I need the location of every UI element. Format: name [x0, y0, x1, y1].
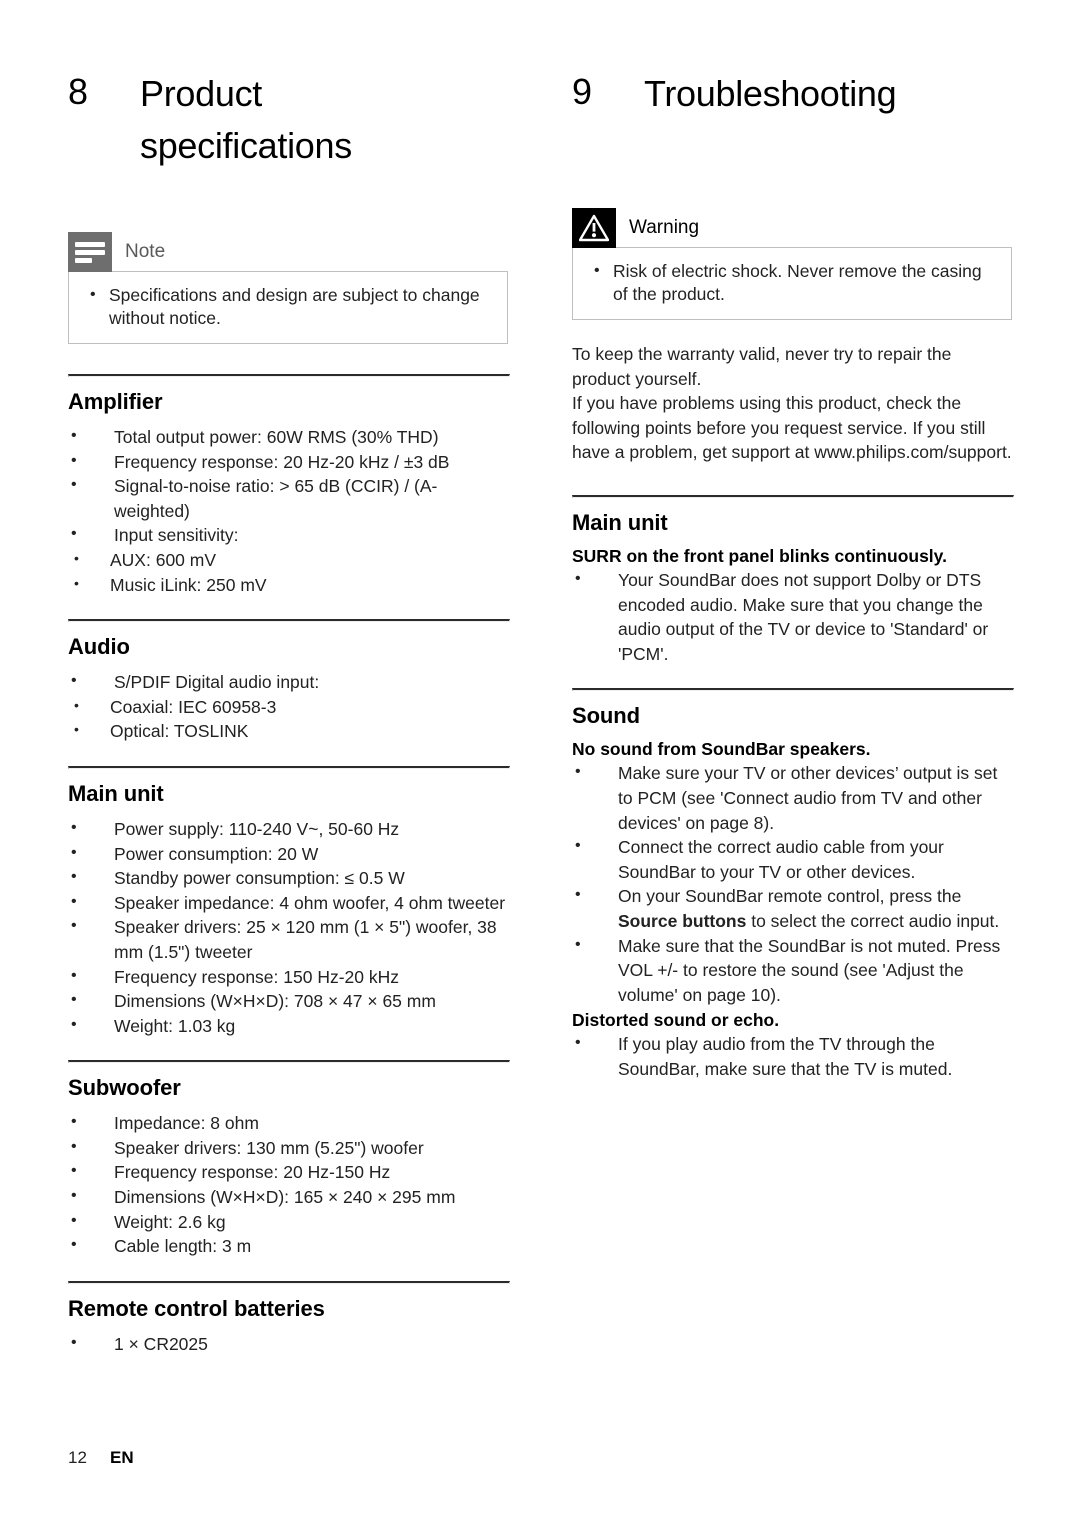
section-divider: [572, 494, 1014, 498]
chapter-number: 8: [68, 71, 88, 112]
list-item: Frequency response: 150 Hz-20 kHz: [68, 964, 508, 990]
section-divider: [68, 1280, 510, 1284]
main-unit-spec-list: Power supply: 110-240 V~, 50-60 Hz Power…: [68, 816, 508, 1039]
note-callout-tab: Note: [68, 232, 508, 272]
problem-heading-2: Distorted sound or echo.: [572, 1010, 780, 1031]
problem-heading: No sound from SoundBar speakers.: [572, 739, 871, 760]
list-item: Standby power consumption: ≤ 0.5 W: [68, 865, 508, 891]
list-item: Total output power: 60W RMS (30% THD): [68, 424, 508, 450]
remote-battery-list: 1 × CR2025: [68, 1331, 508, 1357]
warning-callout-label: Warning: [629, 217, 700, 238]
section-title: Sound: [572, 703, 640, 729]
sound-solution-list: Make sure your TV or other devices’ outp…: [572, 760, 1012, 1008]
list-item: If you play audio from the TV through th…: [572, 1031, 1012, 1081]
list-item: Weight: 1.03 kg: [68, 1013, 508, 1039]
distorted-sound-solution-list: If you play audio from the TV through th…: [572, 1031, 1012, 1081]
chapter-title: Troubleshooting: [644, 73, 897, 114]
section-amplifier: Amplifier Total output power: 60W RMS (3…: [68, 374, 510, 598]
list-item: Music iLink: 250 mV: [68, 571, 508, 598]
list-item: Speaker impedance: 4 ohm woofer, 4 ohm t…: [68, 890, 508, 916]
section-divider: [68, 765, 510, 769]
chapter-title: Product specifications: [140, 68, 352, 172]
footer-page-number: 12: [68, 1448, 87, 1467]
list-item: Make sure your TV or other devices’ outp…: [572, 760, 1012, 835]
troubleshooting-intro-paragraph-1: To keep the warranty valid, never try to…: [572, 344, 952, 389]
section-divider: [68, 1060, 510, 1064]
list-item: Power supply: 110-240 V~, 50-60 Hz: [68, 816, 508, 842]
list-item: Risk of electric shock. Never remove the…: [587, 259, 997, 306]
footer-language-code: EN: [110, 1448, 134, 1467]
note-callout-body: Specifications and design are subject to…: [68, 271, 508, 344]
section-title: Amplifier: [68, 389, 163, 414]
section-audio: Audio S/PDIF Digital audio input: Coaxia…: [68, 619, 510, 744]
note-callout: Note Specifications and design are subje…: [68, 232, 508, 344]
note-icon-bars: [75, 241, 105, 263]
list-item: S/PDIF Digital audio input:: [68, 669, 508, 695]
warning-callout: Warning Risk of electric shock. Never re…: [572, 208, 1012, 320]
note-callout-list: Specifications and design are subject to…: [83, 283, 493, 330]
chapter-title-line1: Product: [140, 73, 262, 114]
warning-triangle-icon: [572, 208, 616, 248]
list-item: Weight: 2.6 kg: [68, 1209, 508, 1235]
manual-page: 8 Product specifications Note Specificat…: [0, 0, 1080, 1527]
list-item: Power consumption: 20 W: [68, 841, 508, 867]
list-item: Coaxial: IEC 60958-3: [68, 693, 508, 720]
list-item: Speaker drivers: 130 mm (5.25") woofer: [68, 1135, 508, 1161]
note-callout-label: Note: [125, 241, 166, 262]
right-column: 9 Troubleshooting Warning Risk of electr…: [572, 68, 1014, 1081]
section-title: Main unit: [68, 780, 164, 806]
list-item: Frequency response: 20 Hz-150 Hz: [68, 1159, 508, 1185]
section-main-unit-specs: Main unit Power supply: 110-240 V~, 50-6…: [68, 765, 510, 1039]
warning-callout-body: Risk of electric shock. Never remove the…: [572, 247, 1012, 320]
list-item: Cable length: 3 m: [68, 1233, 508, 1259]
section-divider: [68, 374, 510, 377]
problem-heading: SURR on the front panel blinks continuou…: [572, 545, 947, 566]
subwoofer-spec-list: Impedance: 8 ohm Speaker drivers: 130 mm…: [68, 1110, 508, 1259]
list-item: Input sensitivity:: [68, 522, 508, 548]
list-item: Speaker drivers: 25 × 120 mm (1 × 5") wo…: [68, 914, 508, 964]
section-sound-troubleshooting: Sound No sound from SoundBar speakers. M…: [572, 688, 1014, 1081]
section-title: Remote control batteries: [68, 1295, 325, 1321]
note-icon: [68, 232, 112, 272]
section-subwoofer: Subwoofer Impedance: 8 ohm Speaker drive…: [68, 1060, 510, 1259]
list-item: Impedance: 8 ohm: [68, 1110, 508, 1136]
section-remote-control-batteries: Remote control batteries 1 × CR2025: [68, 1280, 510, 1357]
chapter-heading-troubleshooting: 9 Troubleshooting: [572, 68, 1012, 120]
list-item: Dimensions (W×H×D): 708 × 47 × 65 mm: [68, 988, 508, 1014]
audio-spdif-sublist: Coaxial: IEC 60958-3 Optical: TOSLINK: [68, 693, 508, 744]
list-item: Dimensions (W×H×D): 165 × 240 × 295 mm: [68, 1184, 508, 1210]
audio-spec-list: S/PDIF Digital audio input:: [68, 669, 508, 695]
section-title: Main unit: [572, 509, 668, 535]
chapter-title-line2: specifications: [140, 125, 352, 166]
section-divider: [572, 688, 1014, 692]
troubleshooting-intro-paragraph-2: If you have problems using this product,…: [572, 393, 1012, 463]
list-item: AUX: 600 mV: [68, 546, 508, 573]
amplifier-spec-list: Total output power: 60W RMS (30% THD) Fr…: [68, 424, 508, 548]
section-title: Subwoofer: [68, 1075, 181, 1101]
list-item: Connect the correct audio cable from you…: [572, 834, 1012, 884]
list-item: Signal-to-noise ratio: > 65 dB (CCIR) / …: [68, 473, 508, 523]
section-title: Audio: [68, 634, 130, 660]
chapter-heading-product-specifications: 8 Product specifications: [68, 68, 508, 172]
amplifier-input-sensitivity-list: AUX: 600 mV Music iLink: 250 mV: [68, 546, 508, 598]
left-column: 8 Product specifications Note Specificat…: [68, 68, 510, 1357]
list-item: Make sure that the SoundBar is not muted…: [572, 933, 1012, 1008]
list-item: On your SoundBar remote control, press t…: [572, 883, 1012, 933]
page-footer: 12 EN: [68, 1448, 134, 1468]
warning-callout-tab: Warning: [572, 208, 1012, 248]
chapter-number: 9: [572, 71, 592, 112]
list-item: Frequency response: 20 Hz-20 kHz / ±3 dB: [68, 449, 508, 475]
list-item: Specifications and design are subject to…: [83, 283, 493, 330]
list-item: 1 × CR2025: [68, 1331, 508, 1357]
list-item: Your SoundBar does not support Dolby or …: [572, 567, 1012, 666]
main-unit-solution-list: Your SoundBar does not support Dolby or …: [572, 567, 1012, 666]
warning-callout-list: Risk of electric shock. Never remove the…: [587, 259, 997, 306]
section-divider: [68, 619, 510, 623]
list-item: Optical: TOSLINK: [68, 717, 508, 744]
section-main-unit-troubleshooting: Main unit SURR on the front panel blinks…: [572, 494, 1014, 666]
